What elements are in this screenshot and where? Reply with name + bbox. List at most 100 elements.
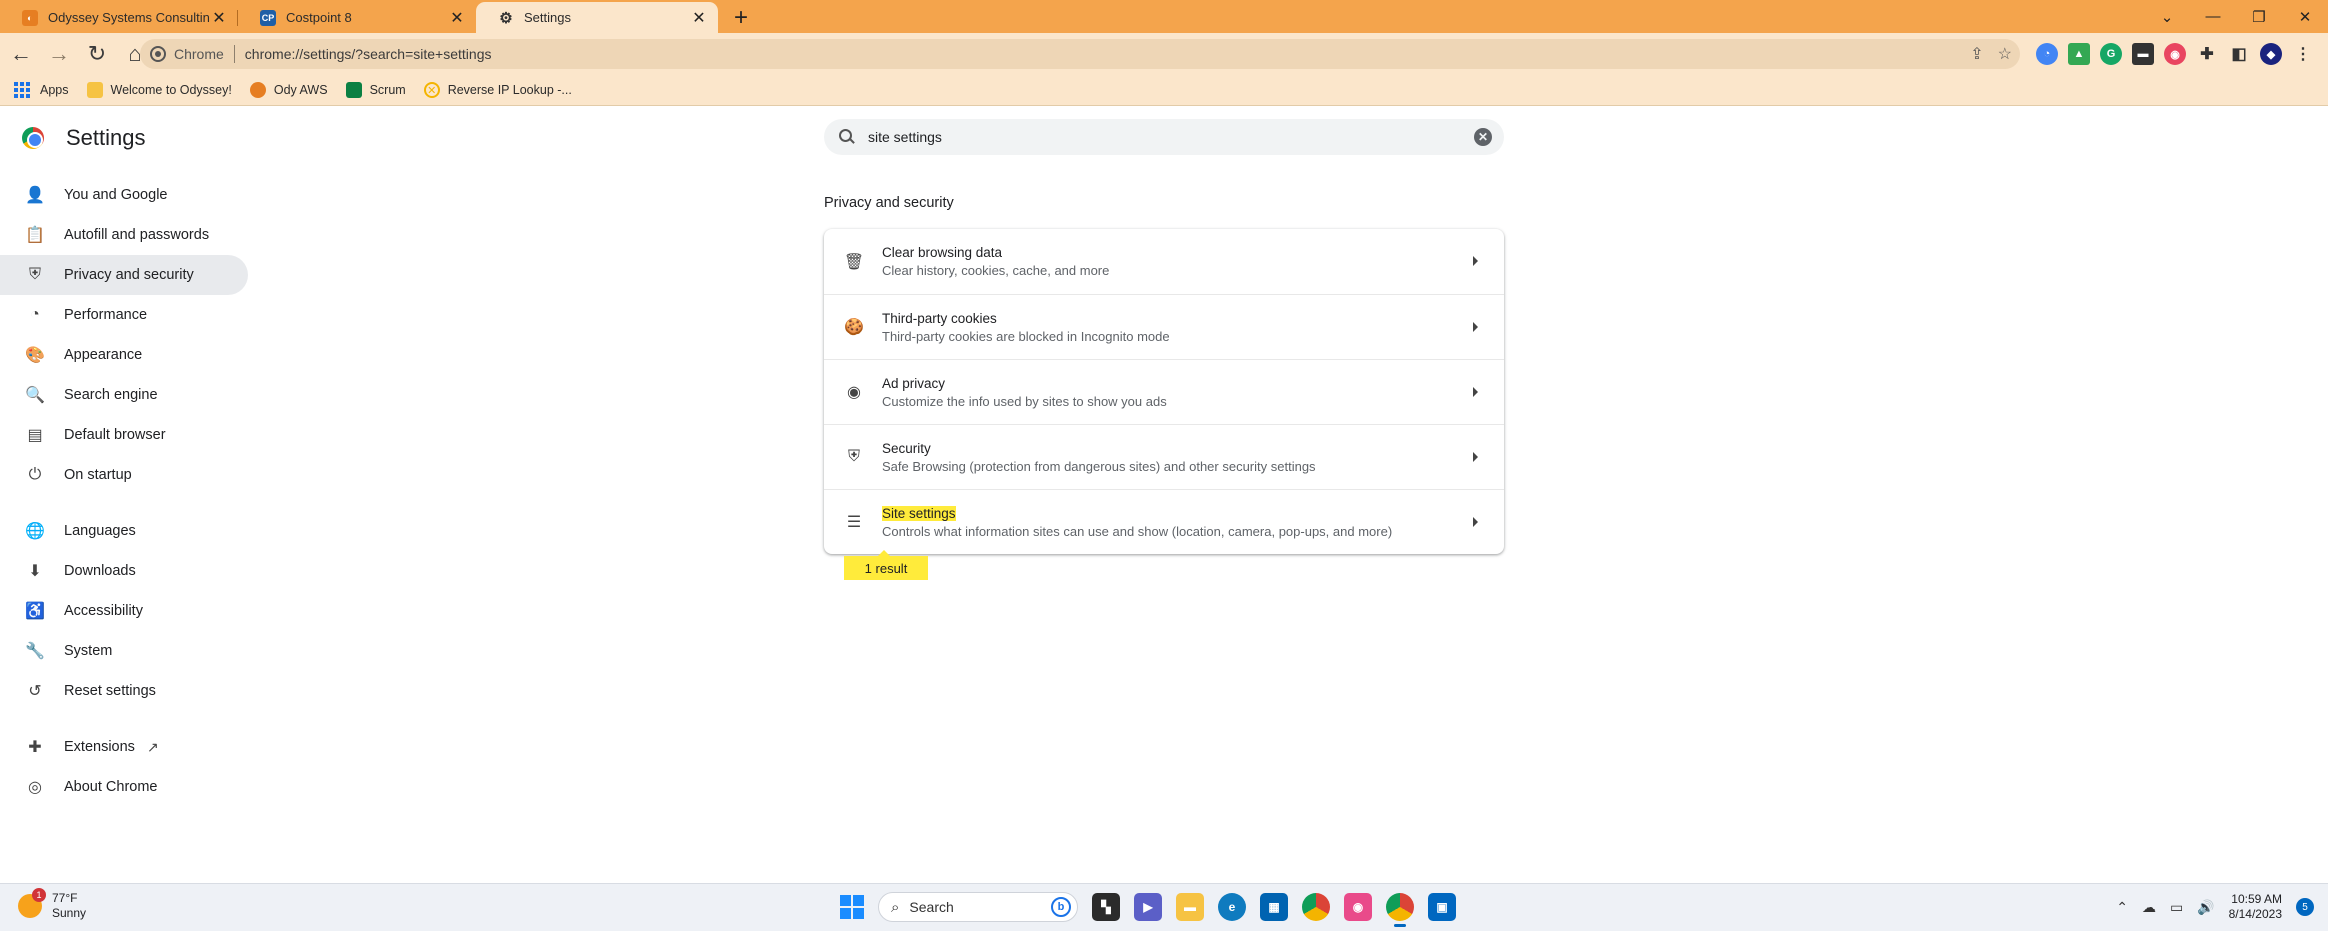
sidebar-item-label: Reset settings bbox=[64, 683, 156, 699]
teams-icon[interactable]: ▶ bbox=[1134, 893, 1162, 921]
clock[interactable]: 10:59 AM 8/14/2023 bbox=[2229, 892, 2282, 922]
extension-icon[interactable]: ▬ bbox=[2132, 43, 2154, 65]
page-title: Settings bbox=[66, 125, 146, 150]
sidebar-item-reset-settings[interactable]: ↺ Reset settings bbox=[0, 671, 248, 711]
row-title: Third-party cookies bbox=[882, 310, 997, 326]
tab-odyssey[interactable]: ◐ Odyssey Systems Consulting Gro ✕ bbox=[0, 2, 238, 33]
bookmark-star-icon[interactable]: ☆ bbox=[1998, 44, 2012, 64]
sidebar-item-label: On startup bbox=[64, 467, 132, 483]
edge-icon[interactable]: e bbox=[1218, 893, 1246, 921]
sidebar-item-autofill[interactable]: 📋 Autofill and passwords bbox=[0, 215, 248, 255]
sidebar-item-appearance[interactable]: 🎨 Appearance bbox=[0, 335, 248, 375]
menu-icon[interactable]: ⋮ bbox=[2292, 43, 2314, 65]
search-input[interactable] bbox=[868, 129, 1428, 145]
reload-button[interactable]: ↻ bbox=[80, 37, 114, 71]
sidebar-item-default-browser[interactable]: ▤ Default browser bbox=[0, 415, 248, 455]
sidebar-item-you-and-google[interactable]: 👤 You and Google bbox=[0, 175, 248, 215]
row-security[interactable]: ⛨ Security Safe Browsing (protection fro… bbox=[824, 424, 1504, 489]
row-third-party-cookies[interactable]: 🍪 Third-party cookies Third-party cookie… bbox=[824, 294, 1504, 359]
extension-icon[interactable]: ◔ bbox=[2036, 43, 2058, 65]
share-icon[interactable]: ⇪ bbox=[1970, 44, 1983, 64]
apps-grid-icon bbox=[14, 82, 30, 98]
sidebar-item-performance[interactable]: ◔ Performance bbox=[0, 295, 248, 335]
notifications-badge[interactable]: 5 bbox=[2296, 898, 2314, 916]
address-bar[interactable]: Chrome chrome://settings/?search=site+se… bbox=[140, 39, 2020, 69]
trash-icon: 🗑 bbox=[843, 253, 865, 271]
bookmark-reverse-ip[interactable]: ✕ Reverse IP Lookup -... bbox=[423, 82, 572, 98]
settings-sidebar: 👤 You and Google 📋 Autofill and password… bbox=[0, 175, 248, 807]
photos-icon[interactable]: ◉ bbox=[1344, 893, 1372, 921]
sidebar-item-label: Extensions bbox=[64, 739, 135, 755]
chrome-page-icon[interactable] bbox=[150, 46, 166, 62]
row-text: Site settings Controls what information … bbox=[882, 505, 1392, 539]
costpoint-favicon: CP bbox=[260, 9, 276, 26]
display-icon[interactable]: ▭ bbox=[2170, 899, 2183, 916]
sidebar-item-label: You and Google bbox=[64, 187, 168, 203]
chrome-icon[interactable] bbox=[1302, 893, 1330, 921]
row-title: Site settings bbox=[882, 505, 1392, 521]
tab-costpoint[interactable]: CP Costpoint 8 ✕ bbox=[238, 2, 476, 33]
grammarly-icon[interactable]: G bbox=[2100, 43, 2122, 65]
store-icon[interactable]: ▦ bbox=[1260, 893, 1288, 921]
sidebar-item-about-chrome[interactable]: ◎ About Chrome bbox=[0, 767, 248, 807]
sidebar-item-privacy[interactable]: ⛨ Privacy and security bbox=[0, 255, 248, 295]
row-ad-privacy[interactable]: ◉ Ad privacy Customize the info used by … bbox=[824, 359, 1504, 424]
sidebar-item-extensions[interactable]: ✚ Extensions ↗ bbox=[0, 727, 248, 767]
sidebar-item-label: System bbox=[64, 643, 113, 659]
bookmark-welcome[interactable]: Welcome to Odyssey! bbox=[86, 82, 232, 98]
sidebar-item-accessibility[interactable]: ♿ Accessibility bbox=[0, 591, 248, 631]
search-icon bbox=[838, 128, 856, 146]
sidebar-item-label: Languages bbox=[64, 523, 136, 539]
restore-button[interactable]: ❐ bbox=[2236, 0, 2282, 33]
windows-start-icon[interactable] bbox=[840, 895, 864, 919]
tab-title: Odyssey Systems Consulting Gro bbox=[48, 10, 210, 25]
url-text[interactable]: chrome://settings/?search=site+settings bbox=[245, 46, 492, 62]
row-site-settings[interactable]: ☰ Site settings Controls what informatio… bbox=[824, 489, 1504, 554]
chrome-icon: ◎ bbox=[28, 779, 42, 796]
back-button[interactable]: ← bbox=[4, 37, 38, 71]
sidebar-item-downloads[interactable]: ⬇ Downloads bbox=[0, 551, 248, 591]
close-tab-icon[interactable]: ✕ bbox=[210, 9, 228, 27]
onedrive-icon[interactable]: ☁ bbox=[2142, 899, 2156, 916]
tab-settings[interactable]: ⚙ Settings ✕ bbox=[476, 2, 718, 33]
extension-icon[interactable]: ◉ bbox=[2164, 43, 2186, 65]
arrow-right-icon bbox=[1473, 517, 1478, 527]
chevron-up-icon[interactable]: ⌃ bbox=[2116, 899, 2128, 916]
puzzle-icon[interactable]: ✚ bbox=[2196, 43, 2218, 65]
sidebar-item-system[interactable]: 🔧 System bbox=[0, 631, 248, 671]
bookmark-label: Scrum bbox=[369, 83, 406, 97]
sidebar-item-search-engine[interactable]: 🔍 Search engine bbox=[0, 375, 248, 415]
chrome-icon[interactable] bbox=[1386, 893, 1414, 927]
drive-icon[interactable]: ▲ bbox=[2068, 43, 2090, 65]
bookmark-scrum[interactable]: Scrum bbox=[345, 82, 406, 98]
bookmark-apps[interactable]: Apps bbox=[14, 82, 69, 98]
omnibox-actions: ⇪ ☆ bbox=[1970, 39, 2012, 69]
bookmark-ody-aws[interactable]: Ody AWS bbox=[249, 82, 328, 98]
close-window-button[interactable]: ✕ bbox=[2282, 0, 2328, 33]
task-view-icon[interactable]: ▚ bbox=[1092, 893, 1120, 921]
sidebar-item-label: Privacy and security bbox=[64, 267, 194, 283]
row-clear-browsing-data[interactable]: 🗑 Clear browsing data Clear history, coo… bbox=[824, 229, 1504, 294]
file-explorer-icon[interactable]: ▬ bbox=[1176, 893, 1204, 921]
row-text: Ad privacy Customize the info used by si… bbox=[882, 376, 1167, 409]
row-subtitle: Third-party cookies are blocked in Incog… bbox=[882, 328, 1170, 344]
profile-avatar[interactable]: ◆ bbox=[2260, 43, 2282, 65]
weather-widget[interactable]: 1 77°F Sunny bbox=[18, 888, 86, 921]
forward-button[interactable]: → bbox=[42, 37, 76, 71]
volume-icon[interactable]: 🔊 bbox=[2197, 899, 2214, 916]
clear-search-icon[interactable]: ✕ bbox=[1474, 128, 1492, 146]
remote-desktop-icon[interactable]: ▣ bbox=[1428, 893, 1456, 921]
taskbar-search[interactable]: ⌕ Search b bbox=[878, 892, 1078, 922]
sidebar-item-on-startup[interactable]: ⏻ On startup bbox=[0, 455, 248, 495]
sidebar-item-languages[interactable]: 🌐 Languages bbox=[0, 511, 248, 551]
minimize-button[interactable]: — bbox=[2190, 0, 2236, 33]
bookmark-label: Welcome to Odyssey! bbox=[110, 83, 232, 97]
close-tab-icon[interactable]: ✕ bbox=[448, 9, 466, 27]
new-tab-button[interactable]: + bbox=[724, 2, 758, 33]
close-tab-icon[interactable]: ✕ bbox=[690, 9, 708, 27]
side-panel-icon[interactable]: ◧ bbox=[2228, 43, 2250, 65]
row-subtitle: Clear history, cookies, cache, and more bbox=[882, 263, 1110, 278]
row-title: Clear browsing data bbox=[882, 245, 1003, 260]
tab-search-icon[interactable]: ⌄ bbox=[2144, 0, 2190, 33]
globe-icon: 🌐 bbox=[25, 523, 45, 540]
